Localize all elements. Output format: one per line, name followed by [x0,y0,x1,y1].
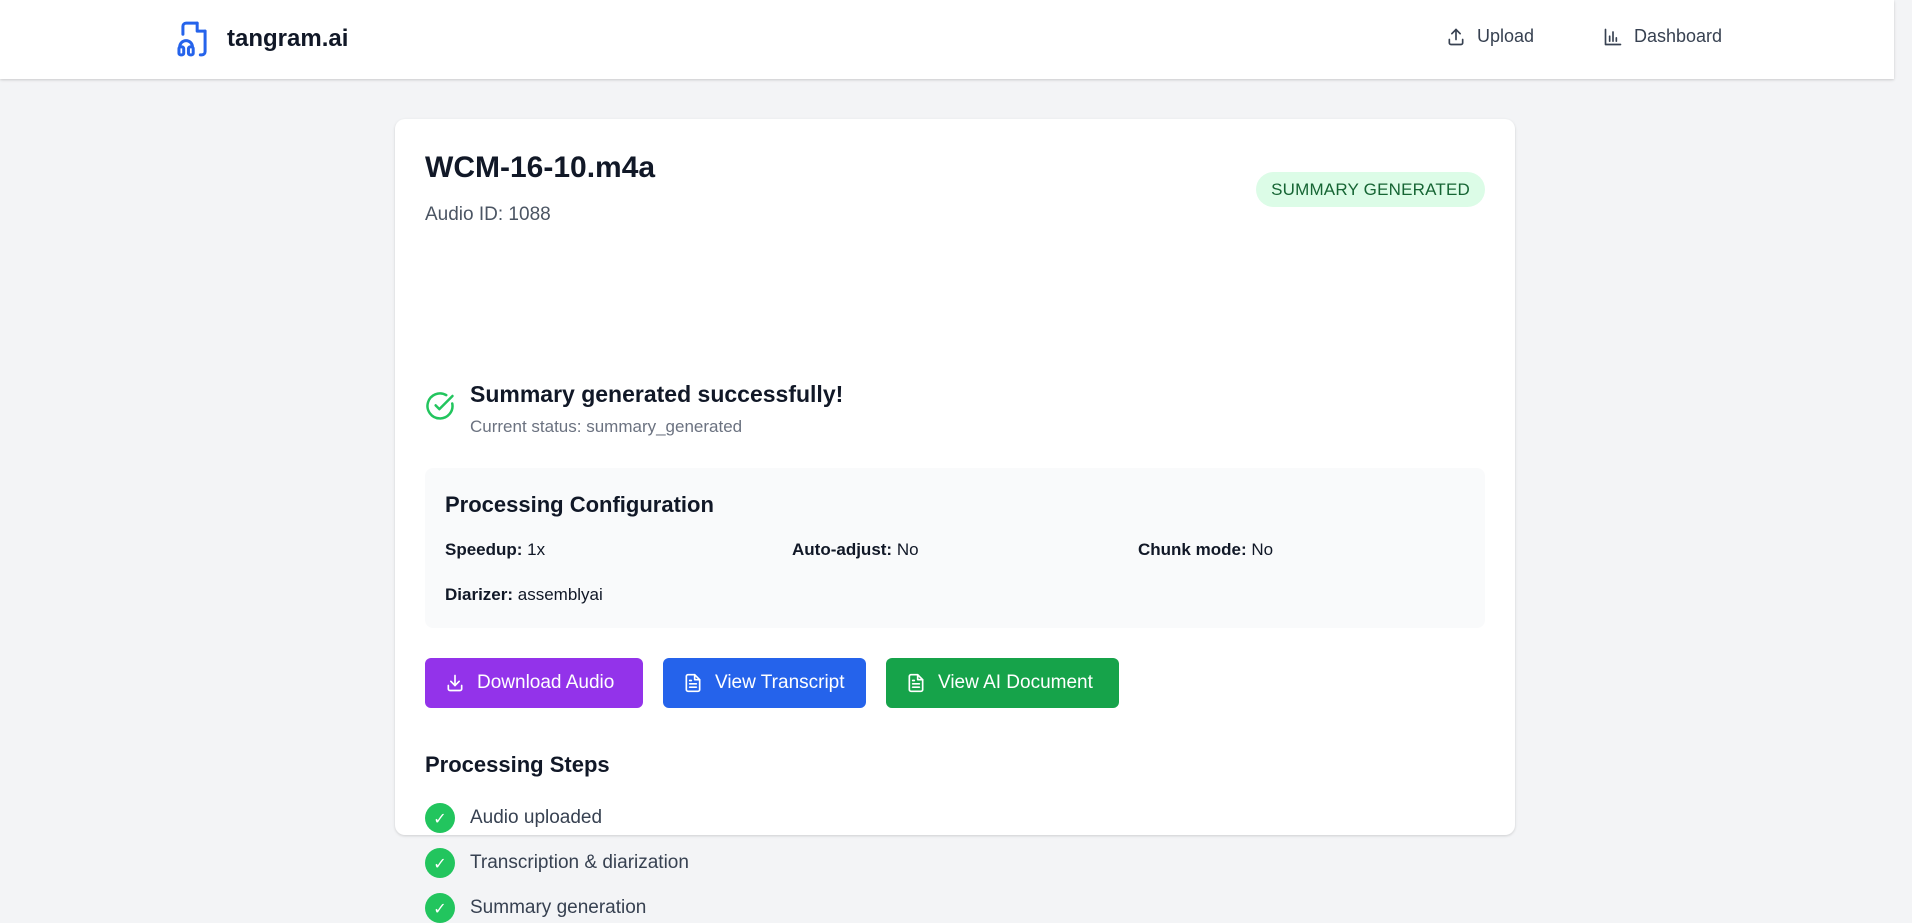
nav-upload-label: Upload [1477,26,1535,46]
download-audio-label: Download Audio [477,672,615,693]
audio-id: Audio ID: 1088 [425,204,551,225]
download-icon [447,674,463,692]
bar-chart-icon [1604,28,1622,45]
config-diarizer-value: assemblyai [513,585,603,604]
step-label: Transcription & diarization [470,852,689,873]
step-summary-generation: ✓ Summary generation [425,893,646,923]
step-check-icon: ✓ [425,893,455,923]
file-title: WCM-16-10.m4a [425,151,656,184]
step-label: Summary generation [470,897,647,918]
config-auto-adjust-value: No [892,540,919,559]
step-label: Audio uploaded [470,807,603,828]
step-check-icon: ✓ [425,848,455,878]
scrollbar[interactable] [1894,0,1912,861]
brand-logo-link[interactable]: tangram.ai [175,19,348,59]
document-icon [908,673,924,693]
config-auto-adjust: Auto-adjust: No [792,540,919,560]
status-badge: SUMMARY GENERATED [1256,172,1485,207]
config-chunk-mode-value: No [1246,540,1274,559]
processing-configuration-panel: Processing Configuration Speedup: 1x Aut… [425,468,1485,628]
view-ai-document-button[interactable]: View AI Document [886,658,1119,708]
success-message-title: Summary generated successfully! [470,381,844,407]
check-circle-icon [426,392,454,420]
brand-name: tangram.ai [227,25,349,52]
config-diarizer: Diarizer: assemblyai [445,585,603,605]
document-icon [685,673,701,693]
nav-dashboard-label: Dashboard [1634,26,1723,46]
config-diarizer-key: Diarizer: [445,585,514,604]
step-check-icon: ✓ [425,803,455,833]
processing-steps-title: Processing Steps [425,752,610,777]
view-transcript-label: View Transcript [715,672,845,693]
config-auto-adjust-key: Auto-adjust: [792,540,893,559]
step-audio-uploaded: ✓ Audio uploaded [425,803,602,833]
view-transcript-button[interactable]: View Transcript [663,658,866,708]
config-title: Processing Configuration [445,492,714,517]
audio-detail-card: WCM-16-10.m4a Audio ID: 1088 SUMMARY GEN… [395,119,1515,923]
download-audio-button[interactable]: Download Audio [425,658,643,708]
audio-file-icon [177,21,207,57]
top-nav-bar: tangram.ai Upload Dashboard [0,0,1894,79]
config-speedup: Speedup: 1x [445,540,545,560]
nav-upload-link[interactable]: Upload [1446,26,1534,47]
upload-icon [1448,28,1464,45]
nav-dashboard-link[interactable]: Dashboard [1603,26,1722,47]
config-chunk-mode: Chunk mode: No [1138,540,1273,560]
view-ai-document-label: View AI Document [938,672,1093,693]
config-speedup-value: 1x [522,540,546,559]
config-chunk-mode-key: Chunk mode: [1138,540,1247,559]
config-speedup-key: Speedup: [445,540,523,559]
step-transcription-diarization: ✓ Transcription & diarization [425,848,689,878]
current-status-text: Current status: summary_generated [470,417,743,436]
